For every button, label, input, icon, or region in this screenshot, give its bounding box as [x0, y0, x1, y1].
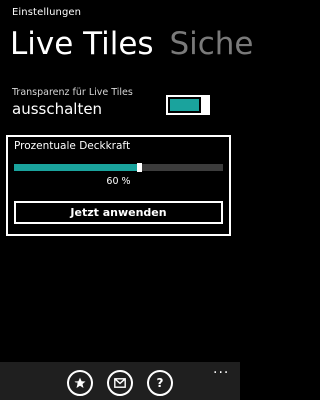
toggle-thumb[interactable]	[201, 95, 210, 115]
app-bar: ? ...	[0, 362, 240, 400]
slider-thumb[interactable]	[137, 163, 142, 172]
pivot-item-live-tiles[interactable]: Live Tiles	[10, 26, 154, 62]
more-options-icon[interactable]: ...	[213, 362, 229, 376]
pivot-header: Live Tiles Siche	[10, 24, 260, 64]
mail-icon	[114, 378, 126, 388]
apply-now-button[interactable]: Jetzt anwenden	[14, 201, 223, 224]
toggle-fill	[170, 99, 199, 111]
opacity-panel: Prozentuale Deckkraft 60 % Jetzt anwende…	[6, 135, 231, 236]
star-icon	[74, 377, 86, 388]
transparency-state-label: ausschalten	[12, 100, 103, 118]
opacity-title: Prozentuale Deckkraft	[14, 140, 131, 152]
opacity-percent: 60 %	[106, 176, 131, 187]
help-icon: ?	[156, 376, 164, 390]
app-title: Einstellungen	[12, 7, 82, 18]
transparency-caption: Transparenz für Live Tiles	[12, 87, 133, 98]
slider-fill	[14, 164, 139, 171]
appbar-mail-button[interactable]	[107, 370, 133, 396]
opacity-slider[interactable]	[14, 163, 223, 172]
appbar-star-button[interactable]	[67, 370, 93, 396]
pivot-item-security[interactable]: Siche	[169, 26, 253, 62]
transparency-toggle[interactable]	[166, 95, 210, 115]
appbar-help-button[interactable]: ?	[147, 370, 173, 396]
